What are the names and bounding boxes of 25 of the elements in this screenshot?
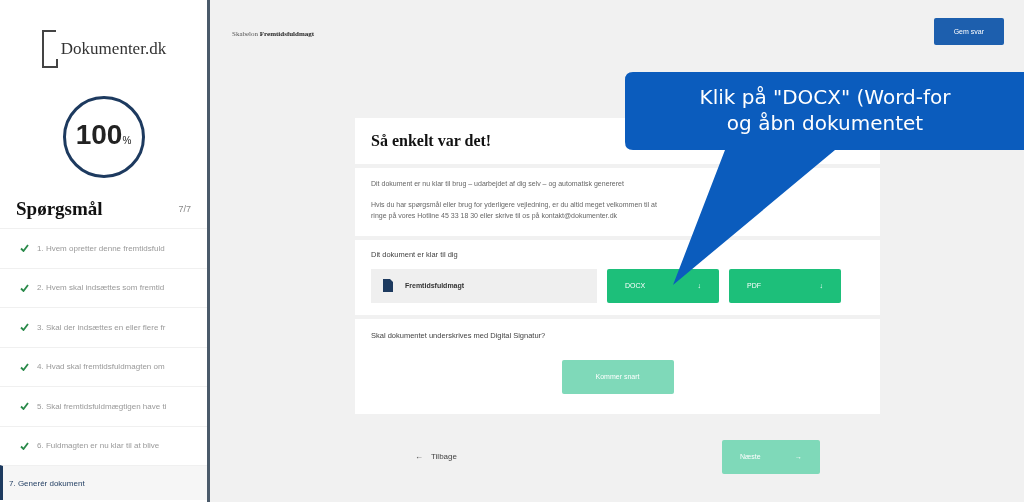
question-label: 5. Skal fremtidsfuldmægtigen have ti — [37, 401, 167, 411]
check-icon — [20, 323, 29, 332]
question-label: 7. Generér dokument — [9, 478, 85, 488]
document-icon — [383, 279, 393, 293]
question-label: 2. Hvem skal indsættes som fremtid — [37, 283, 165, 293]
check-icon — [20, 362, 29, 371]
progress-value: 100 — [75, 119, 123, 151]
check-icon — [20, 402, 29, 411]
progress-unit: % — [122, 135, 132, 146]
question-label: 1. Hvem opretter denne fremtidsfuld — [37, 243, 165, 253]
back-link[interactable]: ← Tilbage — [415, 452, 457, 462]
questions-heading: Spørgsmål — [16, 198, 103, 220]
logo-text: Dokumenter.dk — [60, 39, 167, 59]
question-label: 3. Skal der indsættes en eller flere fr — [37, 322, 166, 332]
check-icon — [20, 441, 29, 450]
question-label: 4. Hvad skal fremtidsfuldmagten om — [37, 362, 165, 372]
question-counter: 7/7 — [178, 204, 191, 214]
card-title: Så enkelt var det! — [371, 132, 493, 150]
callout-text: og åbn dokumentet — [726, 111, 924, 135]
check-icon — [20, 244, 29, 253]
document-logo-icon — [40, 29, 59, 69]
callout-text: Klik på "DOCX" (Word-for — [699, 85, 951, 109]
question-label: 6. Fuldmagten er nu klar til at blive — [37, 441, 160, 451]
question-item[interactable]: 7. Generér dokument — [0, 465, 207, 500]
check-icon — [20, 283, 29, 292]
